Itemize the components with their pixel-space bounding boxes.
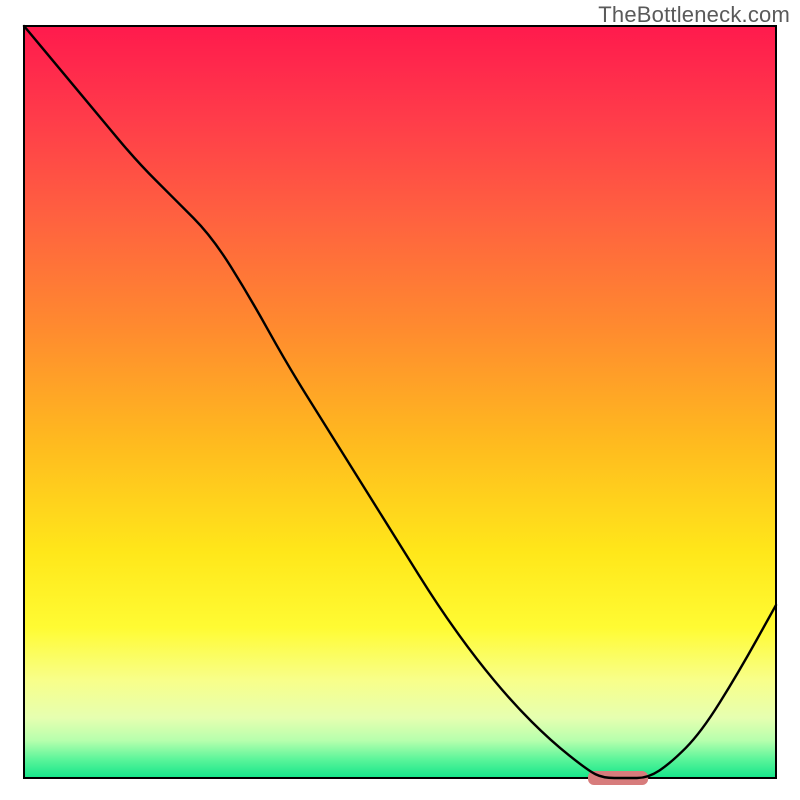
watermark-text: TheBottleneck.com: [598, 2, 790, 28]
gradient-panel: [24, 26, 776, 778]
bottleneck-chart: [0, 0, 800, 800]
chart-container: { "watermark": "TheBottleneck.com", "cha…: [0, 0, 800, 800]
